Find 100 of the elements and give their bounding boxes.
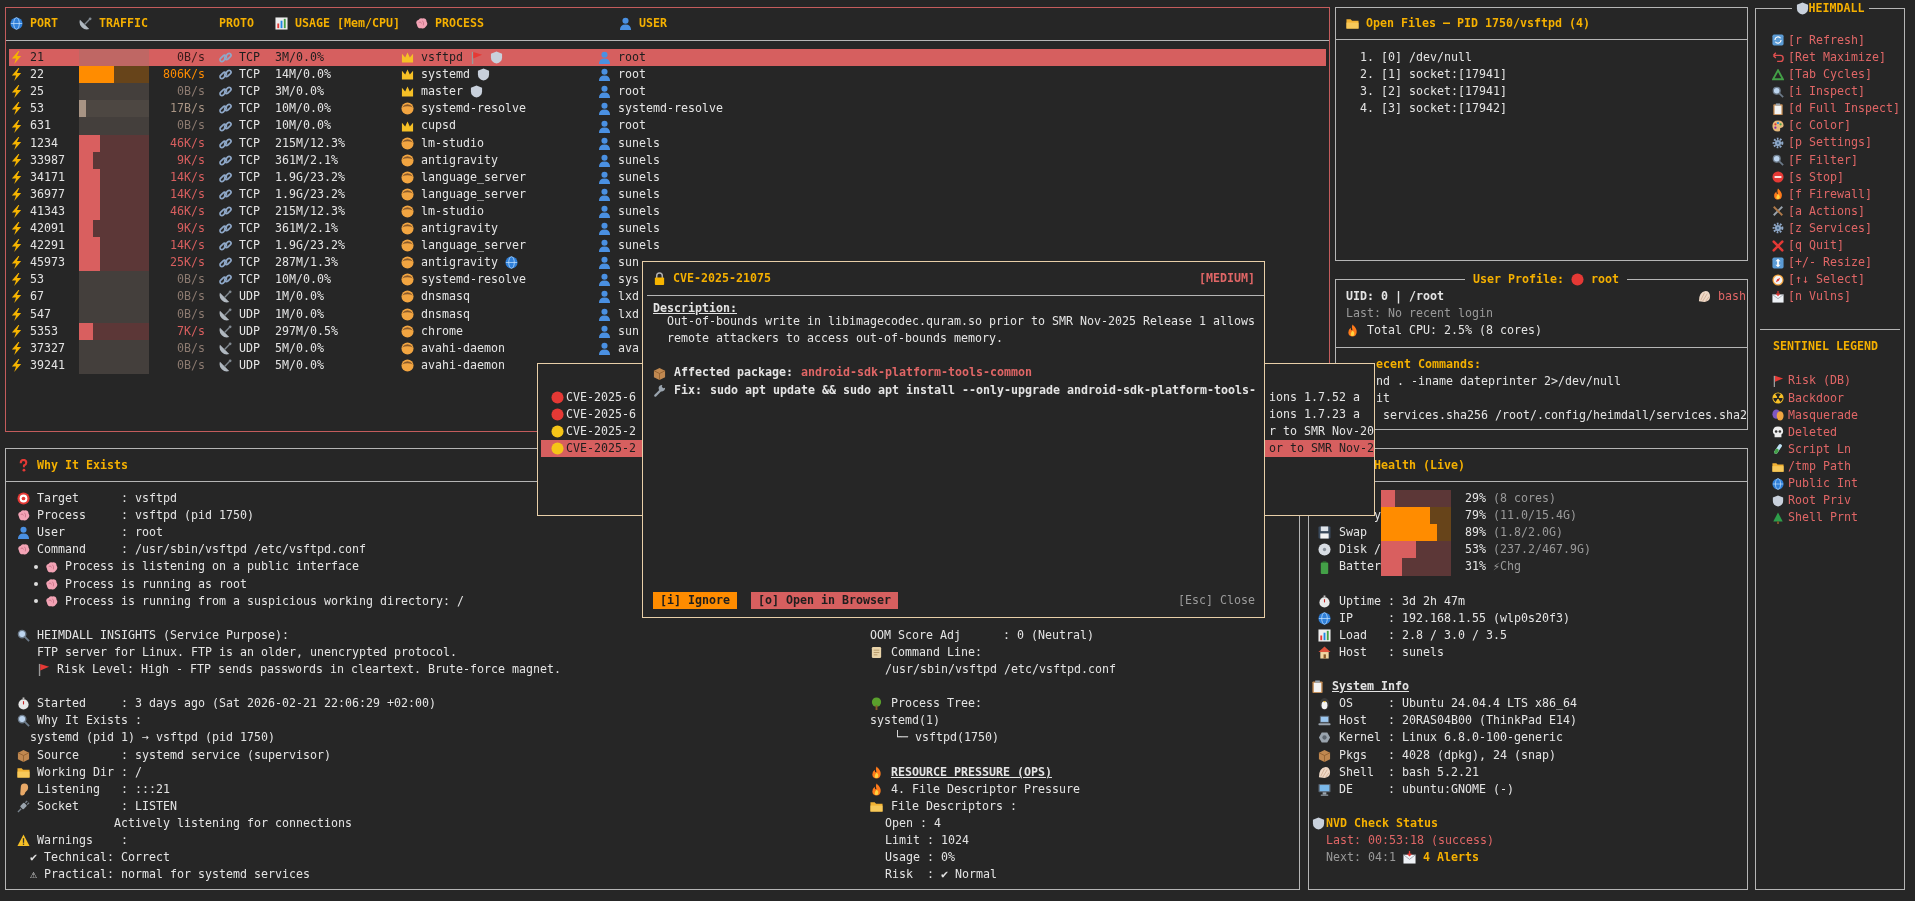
detail-line: Usage : 0% [885, 849, 955, 867]
last-login-text: Last: No recent login [1346, 304, 1493, 322]
port-number: 5353 [30, 322, 58, 340]
detail-line: Command Line: [891, 644, 982, 661]
usage-value: 215M/12.3% [275, 202, 345, 220]
section-heading: SENTINEL LEGEND [1773, 338, 1878, 356]
user-name: sunels [618, 185, 660, 203]
detail-line: Kernel : Linux 6.8.0-100-generic [1339, 729, 1563, 747]
protocol-label: TCP [239, 237, 260, 255]
file-entry: 3. [2] socket:[17941] [1360, 83, 1507, 101]
usage-value: 361M/2.1% [275, 151, 338, 169]
process-name: dnsmasq [421, 305, 470, 323]
detail-line: Source : systemd service (supervisor) [37, 746, 331, 764]
detail-line: Target : vsftpd [37, 490, 177, 508]
user-name: sunels [618, 202, 660, 220]
detail-line: Host : sunels [1339, 643, 1444, 661]
traffic-rate: 9K/s [177, 220, 205, 238]
detail-line: Shell : bash 5.2.21 [1339, 763, 1479, 781]
detail-line: OOM Score Adj : 0 (Neutral) [870, 626, 1094, 644]
command-line: nd . -iname dateprinter 2>/dev/null [1376, 372, 1621, 390]
protocol-label: TCP [239, 134, 260, 152]
user-name: sun [618, 322, 639, 340]
port-number: 42291 [30, 237, 65, 255]
usage-value: 10M/0.0% [275, 100, 331, 118]
traffic-rate: 0B/s [177, 339, 205, 357]
process-name: antigravity [421, 220, 498, 238]
severity-label: [MEDIUM] [1199, 270, 1256, 287]
detail-line: DE : ubuntu:GNOME (-) [1339, 780, 1514, 798]
package-name: android-sdk-platform-tools-common [801, 364, 1032, 382]
user-name: sun [618, 254, 639, 272]
detail-line: IP : 192.168.1.55 (wlp0s20f3) [1339, 609, 1570, 627]
traffic-rate: 0B/s [177, 117, 205, 135]
usage-value: 215M/12.3% [275, 134, 345, 152]
meter-label: Batter [1339, 559, 1381, 574]
user-name: root [618, 66, 646, 84]
traffic-rate: 0B/s [177, 83, 205, 101]
process-name: lm-studio [421, 202, 484, 220]
protocol-label: TCP [239, 202, 260, 220]
meter-reading: 89% [1465, 524, 1486, 542]
traffic-rate: 7K/s [177, 322, 205, 340]
usage-value: 297M/0.5% [275, 322, 338, 340]
detail-line: ✔ Technical: Correct [30, 849, 170, 867]
protocol-label: TCP [239, 83, 260, 101]
file-entry: 2. [1] socket:[17941] [1360, 66, 1507, 84]
command-line: it [1376, 390, 1390, 408]
section-heading: NVD Check Status [1326, 814, 1438, 832]
traffic-rate: 17B/s [170, 100, 205, 118]
protocol-label: TCP [239, 254, 260, 272]
port-number: 53 [30, 100, 44, 118]
detail-line: Working Dir : / [37, 763, 142, 781]
protocol-label: UDP [239, 288, 260, 306]
modal-title: CVE-2025-21075 [673, 270, 771, 287]
legend-item: /tmp Path [1788, 457, 1851, 475]
detail-line: Uptime : 3d 2h 47m [1339, 592, 1465, 610]
detail-line: 4. File Descriptor Pressure [891, 780, 1080, 798]
user-name: sunels [618, 237, 660, 255]
detail-line: Listening : :::21 [37, 780, 170, 798]
process-name: dnsmasq [421, 288, 470, 306]
port-number: 36977 [30, 185, 65, 203]
user-name: root [618, 117, 646, 135]
traffic-rate: 0B/s [177, 271, 205, 289]
detail-line: /usr/sbin/vsftpd /etc/vsftpd.conf [885, 661, 1116, 679]
panel-title: User Profile: [1473, 270, 1564, 288]
port-number: 21 [30, 49, 44, 67]
traffic-rate: 0B/s [177, 356, 205, 374]
detail-line: Risk : ✔ Normal [885, 866, 997, 884]
fix-command: sudo apt update && sudo apt install --only-upgrade android-sdk-platform-tools- [710, 381, 1256, 399]
protocol-label: TCP [239, 185, 260, 203]
column-header: PORT [30, 15, 58, 32]
user-name: sunels [618, 168, 660, 186]
port-number: 67 [30, 288, 44, 306]
legend-item: Deleted [1788, 423, 1837, 441]
port-number: 45973 [30, 254, 65, 272]
detail-line: Process is listening on a public interface [65, 558, 359, 576]
section-heading: Description: [653, 300, 737, 316]
section-heading: ecent Commands: [1376, 355, 1481, 373]
cpu-summary: Total CPU: 2.5% (8 cores) [1367, 321, 1542, 339]
user-name: systemd-resolve [618, 100, 723, 118]
section-heading: System Info [1332, 678, 1409, 696]
file-entry: 1. [0] /dev/null [1360, 49, 1472, 67]
meter-reading: 31% [1465, 558, 1486, 576]
meter-detail: ⚡Chg [1493, 558, 1521, 576]
alert-count: 4 Alerts [1423, 849, 1479, 867]
user-name: sunels [618, 151, 660, 169]
protocol-label: TCP [239, 100, 260, 118]
process-name: lm-studio [421, 134, 484, 152]
protocol-label: TCP [239, 271, 260, 289]
next-check-text: Next: 04:1 [1326, 849, 1396, 867]
meter-label: Disk / [1339, 542, 1381, 557]
process-name: systemd-resolve [421, 100, 526, 118]
process-name: language_server [421, 168, 526, 186]
detail-line: User : root [37, 524, 163, 542]
port-number: 39241 [30, 356, 65, 374]
meter-detail: (237.2/467.9G) [1493, 541, 1591, 559]
usage-value: 1.9G/23.2% [275, 185, 345, 203]
column-header: PROCESS [435, 15, 484, 32]
traffic-rate: 46K/s [170, 134, 205, 152]
detail-line: OS : Ubuntu 24.04.4 LTS x86_64 [1339, 695, 1577, 713]
usage-value: 361M/2.1% [275, 220, 338, 238]
field-label: Affected package: [674, 364, 793, 382]
